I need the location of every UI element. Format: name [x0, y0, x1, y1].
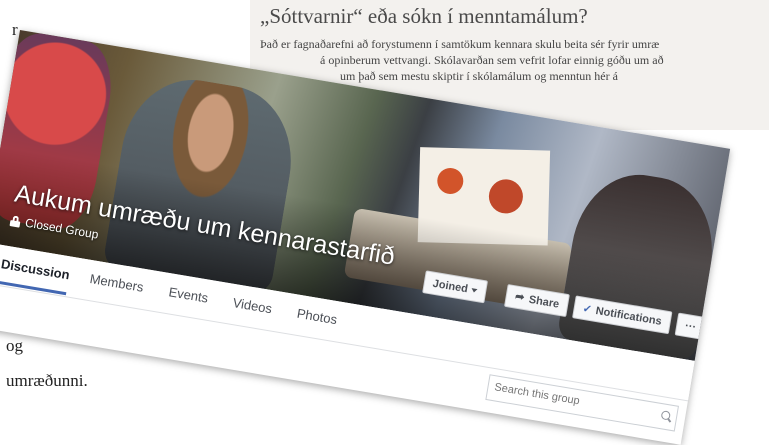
article-fragment: umræðunni. — [6, 371, 88, 390]
search-icon[interactable] — [660, 410, 671, 421]
share-icon — [515, 293, 526, 303]
more-button[interactable]: ··· — [674, 312, 707, 340]
tab-members[interactable]: Members — [89, 271, 145, 295]
share-label: Share — [528, 293, 561, 311]
more-icon: ··· — [684, 319, 698, 334]
chevron-down-icon — [471, 287, 479, 293]
article-headline: „Sóttvarnir“ eða sókn í menntamálum? — [260, 4, 588, 28]
check-icon: ✓ — [581, 302, 593, 317]
tab-discussion[interactable]: Discussion — [0, 256, 71, 282]
article-line: á opinberum vettvangi. Skólavarðan sem v… — [320, 53, 664, 67]
tab-events[interactable]: Events — [168, 284, 210, 305]
article-line: um það sem mestu skiptir í skólamálum og… — [340, 69, 618, 83]
article-fragment: og — [6, 336, 23, 355]
lock-icon — [10, 215, 22, 227]
article-line: Það er fagnaðarefni að forystumenn í sam… — [260, 37, 660, 51]
tab-videos[interactable]: Videos — [232, 295, 273, 316]
joined-label: Joined — [431, 277, 469, 295]
article-fragment: r — [12, 20, 18, 39]
tab-photos[interactable]: Photos — [296, 306, 338, 327]
